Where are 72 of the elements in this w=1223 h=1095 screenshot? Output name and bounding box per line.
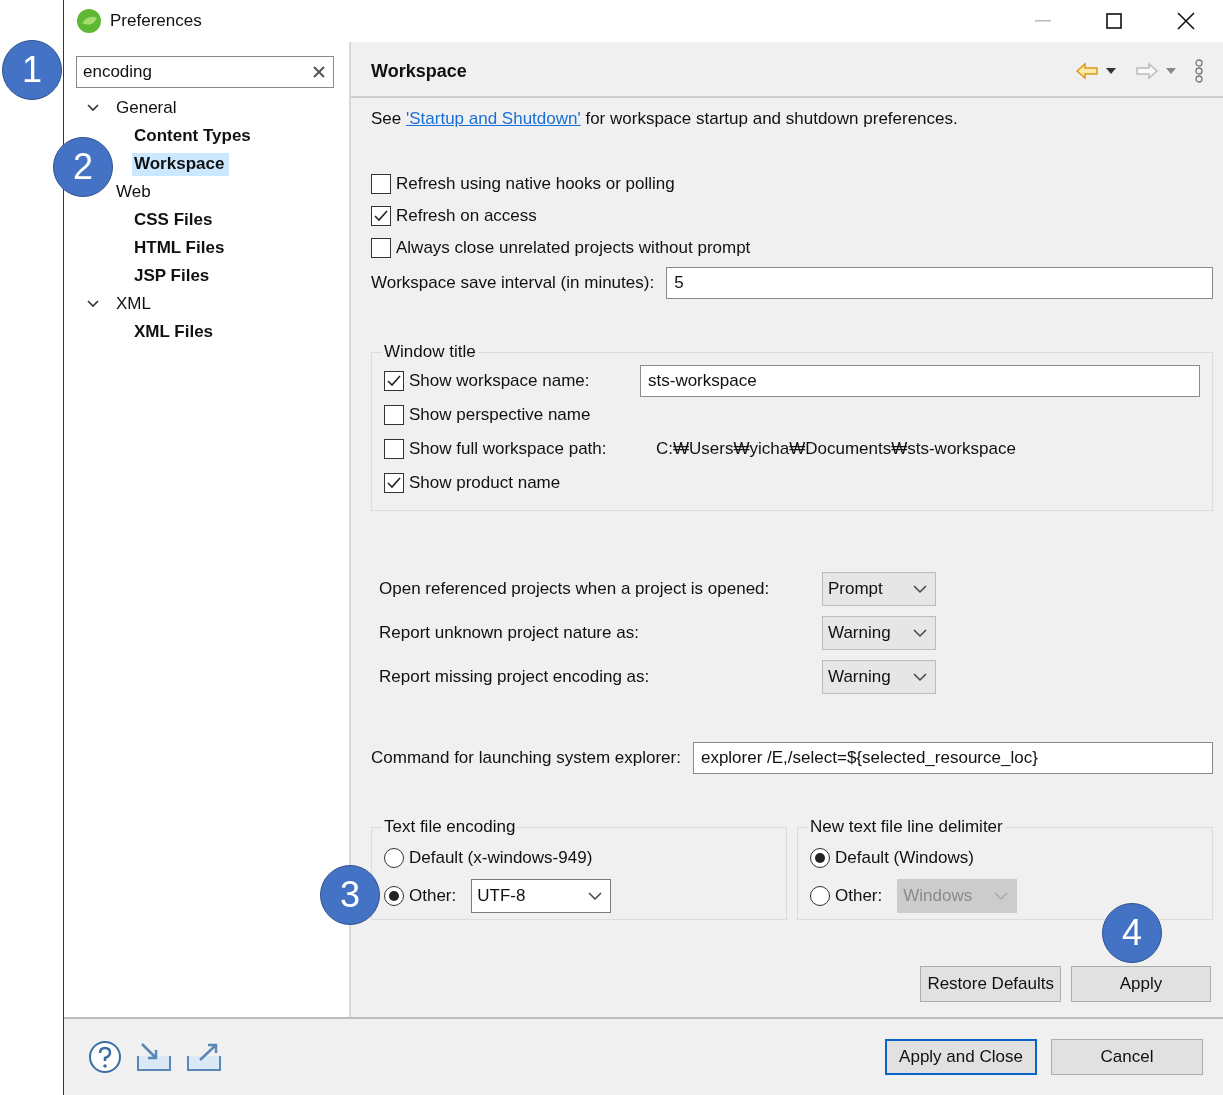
group-title: Text file encoding [383,817,517,837]
chevron-icon[interactable] [86,299,100,309]
command-field[interactable]: explorer /E,/select=${selected_resource_loc} [692,742,1213,774]
checkbox-label: Show full workspace path: [409,439,608,459]
checkbox[interactable] [371,174,391,194]
clear-icon[interactable] [313,66,325,78]
group-title: New text file line delimiter [809,817,1004,837]
chevron-down-icon [588,891,603,901]
radio-label: Default (x-windows-949) [409,848,593,868]
close-icon[interactable] [1177,12,1195,30]
chevron-icon[interactable] [86,103,100,113]
field-label: Workspace save interval (in minutes): [371,273,655,293]
radio-button[interactable] [384,848,404,868]
interval-field[interactable]: 5 [666,267,1213,299]
dialog-button[interactable]: Cancel [1051,1039,1203,1075]
chevron-down-icon [913,584,927,594]
checkbox-label: Show product name [409,473,561,493]
intro-text: See 'Startup and Shutdown' for workspace startup and shutdown preferences. [371,108,959,130]
dialog-button[interactable]: Apply and Close [885,1039,1037,1075]
filter-field[interactable]: encoding [76,56,334,88]
dropdown[interactable]: Warning [822,616,936,650]
chevron-down-icon [913,628,927,638]
workspace-path: C:₩Users₩yicha₩Documents₩sts-workspace [656,439,1016,459]
page-button[interactable]: Restore Defaults [920,966,1061,1002]
page-title: Workspace [371,60,467,82]
tree-item[interactable]: XML [114,292,156,316]
radio-label: Other: [409,886,457,906]
tree-item[interactable]: HTML Files [132,236,230,260]
dropdown[interactable]: UTF-8 [471,879,612,913]
window-title: Preferences [110,11,202,31]
tree-item[interactable]: General [114,96,182,120]
field-label: Command for launching system explorer: [371,748,681,768]
more-options-icon[interactable] [1195,59,1203,83]
checkbox[interactable] [371,206,391,226]
checkbox-label: Show perspective name [409,405,591,425]
group-title: Window title [383,342,477,362]
radio-label: Default (Windows) [835,848,974,868]
radio-button[interactable] [384,886,404,906]
radio-button[interactable] [810,848,830,868]
checkbox-label: Always close unrelated projects without prompt [396,238,751,258]
tree-item[interactable]: Workspace [132,152,230,176]
radio-label: Other: [835,886,883,906]
setting-label: Report unknown project nature as: [379,623,640,643]
import-icon[interactable] [136,1042,172,1072]
checkbox[interactable] [384,371,404,391]
tree-item[interactable]: Content Types [132,124,256,148]
leaf-logo-icon [76,8,102,34]
dropdown[interactable]: Prompt [822,572,936,606]
checkbox[interactable] [384,473,404,493]
tree-item[interactable]: CSS Files [132,208,218,232]
tree-item[interactable]: Web [114,180,156,204]
startup-link[interactable]: 'Startup and Shutdown' [406,109,581,128]
workspace-name-field[interactable]: sts-workspace [640,365,1200,397]
checkbox[interactable] [384,439,404,459]
checkbox[interactable] [384,405,404,425]
dropdown-caret-icon[interactable] [1105,67,1117,75]
page-button[interactable]: Apply [1071,966,1211,1002]
tree-item[interactable]: XML Files [132,320,219,344]
setting-label: Open referenced projects when a project is opened: [379,579,771,599]
maximize-icon[interactable] [1106,13,1122,29]
tree-item[interactable]: JSP Files [132,264,215,288]
step-marker: 1 [2,40,62,100]
export-icon[interactable] [186,1042,222,1072]
help-icon[interactable] [88,1040,122,1074]
dropdown[interactable]: Warning [822,660,936,694]
chevron-down-icon [994,891,1009,901]
checkbox-label: Show workspace name: [409,371,591,391]
checkbox[interactable] [371,238,391,258]
checkbox-label: Refresh using native hooks or polling [396,174,675,194]
checkbox-label: Refresh on access [396,206,537,226]
chevron-down-icon [913,672,927,682]
setting-label: Report missing project encoding as: [379,667,651,687]
